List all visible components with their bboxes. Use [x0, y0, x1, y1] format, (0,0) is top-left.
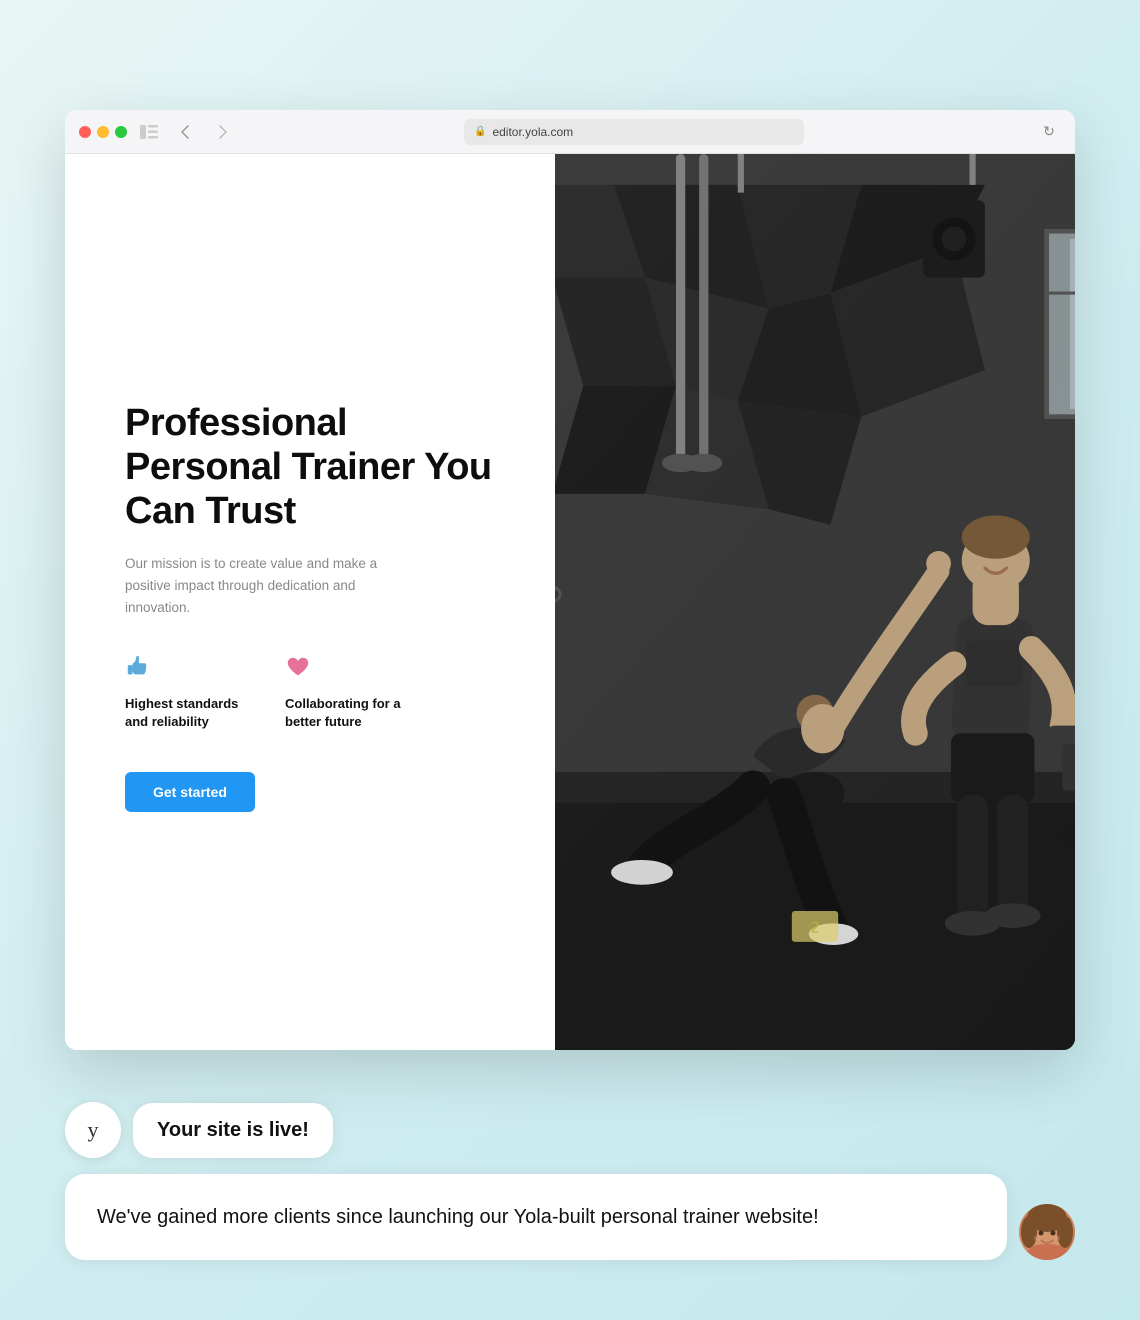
- traffic-light-yellow[interactable]: [97, 126, 109, 138]
- chat-bubble-testimonial: We've gained more clients since launchin…: [65, 1174, 1007, 1260]
- features-row: Highest standards and reliability Collab…: [125, 654, 505, 731]
- hero-right-panel: 2: [555, 154, 1075, 1050]
- traffic-light-red[interactable]: [79, 126, 91, 138]
- traffic-light-green[interactable]: [115, 126, 127, 138]
- feature-collaborating-text: Collaborating for a better future: [285, 695, 405, 731]
- hero-title: Professional Personal Trainer You Can Tr…: [125, 402, 505, 533]
- lock-icon: 🔒: [474, 126, 486, 137]
- browser-toolbar: 🔒 editor.yola.com ↻: [65, 110, 1075, 154]
- address-bar-container: 🔒 editor.yola.com: [245, 119, 1023, 145]
- back-button[interactable]: [173, 120, 197, 144]
- feature-collaborating: Collaborating for a better future: [285, 654, 405, 731]
- user-avatar: [1019, 1204, 1075, 1260]
- browser-window: 🔒 editor.yola.com ↻ Professional Persona…: [65, 110, 1075, 1050]
- thumbs-up-icon: [125, 654, 245, 687]
- traffic-lights: [79, 126, 127, 138]
- reload-button[interactable]: ↻: [1037, 120, 1061, 144]
- yola-avatar: y: [65, 1102, 121, 1158]
- feature-standards: Highest standards and reliability: [125, 654, 245, 731]
- chat-section: y Your site is live! We've gained more c…: [65, 1102, 1075, 1260]
- forward-button[interactable]: [211, 120, 235, 144]
- browser-content: Professional Personal Trainer You Can Tr…: [65, 154, 1075, 1050]
- chat-row-live: y Your site is live!: [65, 1102, 1075, 1158]
- heart-icon: [285, 654, 405, 687]
- chat-bubble-live: Your site is live!: [133, 1103, 333, 1158]
- address-bar[interactable]: 🔒 editor.yola.com: [464, 119, 804, 145]
- feature-standards-text: Highest standards and reliability: [125, 695, 245, 731]
- chat-row-testimonial: We've gained more clients since launchin…: [65, 1174, 1075, 1260]
- hero-subtitle: Our mission is to create value and make …: [125, 553, 405, 618]
- hero-left-panel: Professional Personal Trainer You Can Tr…: [65, 154, 555, 1050]
- sidebar-toggle-icon[interactable]: [139, 122, 159, 142]
- gym-image: 2: [555, 154, 1075, 1050]
- url-text: editor.yola.com: [492, 125, 573, 139]
- get-started-button[interactable]: Get started: [125, 772, 255, 812]
